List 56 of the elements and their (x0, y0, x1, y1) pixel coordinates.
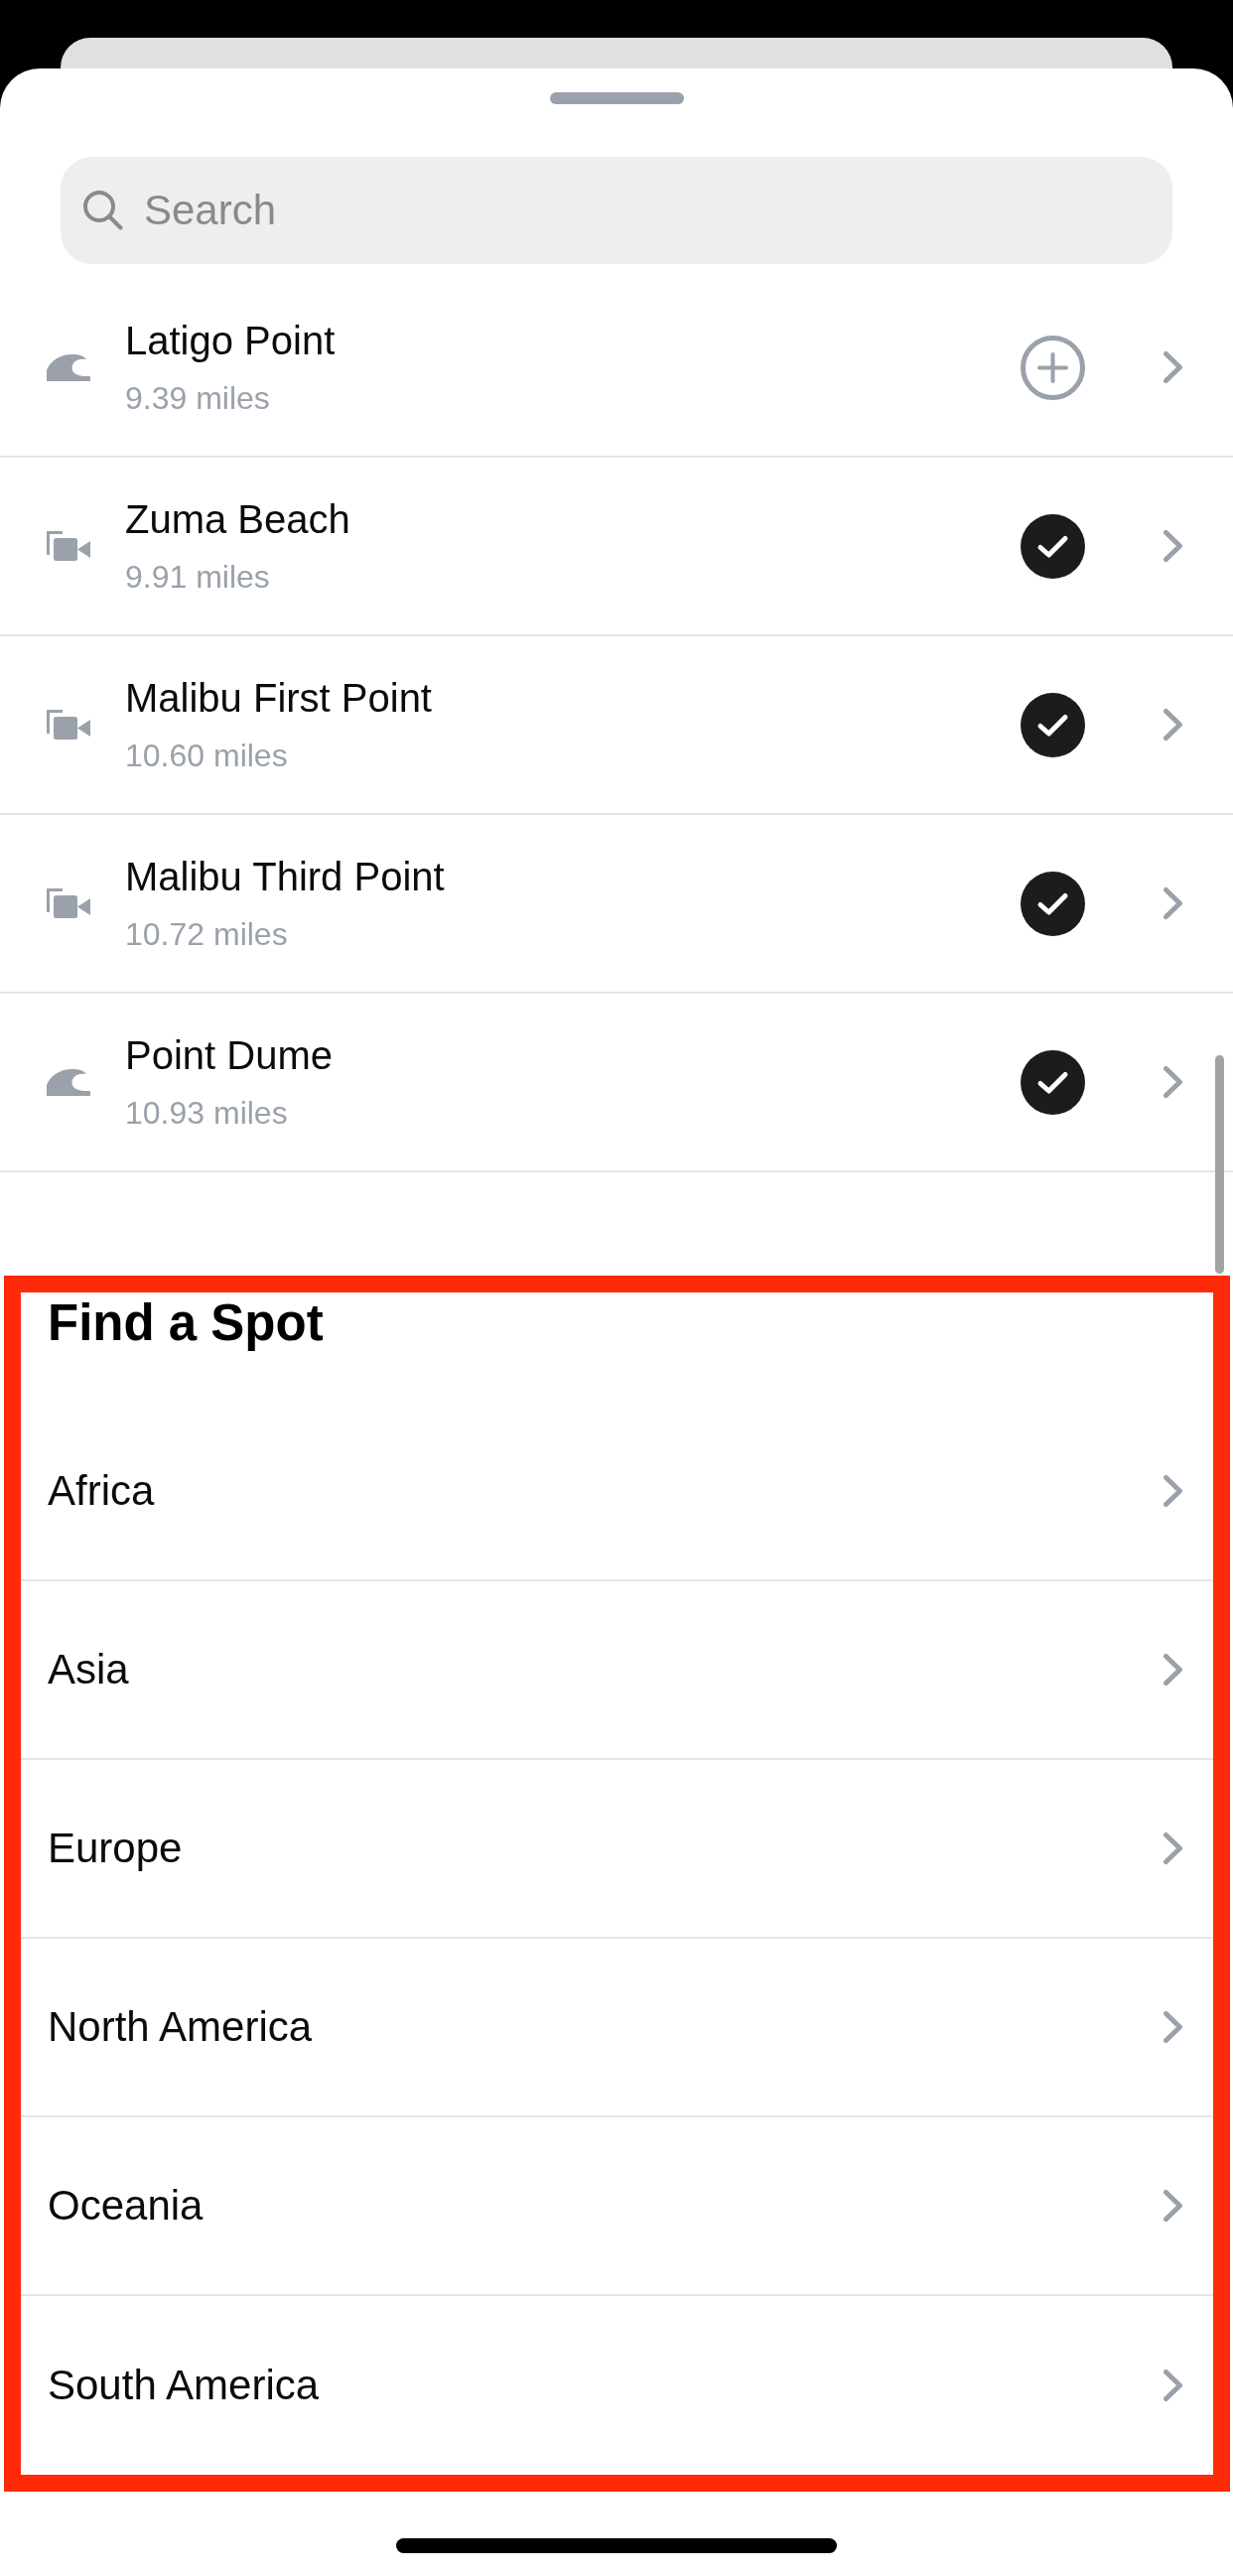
region-list-item[interactable]: South America (21, 2296, 1213, 2475)
check-circle-icon (1021, 1049, 1085, 1115)
chevron-right-icon (1163, 529, 1183, 563)
spot-list-item[interactable]: Latigo Point 9.39 miles (0, 279, 1233, 458)
region-name: Oceania (48, 2181, 204, 2231)
plus-circle-icon (1021, 335, 1085, 400)
spot-distance: 9.91 miles (125, 558, 270, 597)
spot-name: Malibu First Point (125, 675, 432, 722)
section-title: Find a Spot (48, 1293, 324, 1353)
spot-list-item[interactable]: Malibu Third Point 10.72 miles (0, 815, 1233, 994)
chevron-right-icon (1163, 350, 1183, 384)
video-camera-icon (47, 531, 90, 561)
wave-icon (47, 1068, 90, 1096)
check-circle-icon (1021, 871, 1085, 936)
search-field[interactable]: Search (61, 157, 1172, 264)
video-camera-icon (47, 710, 90, 740)
chevron-right-icon (1163, 1653, 1183, 1687)
wave-icon (47, 353, 90, 381)
spot-list-item[interactable]: Zuma Beach 9.91 miles (0, 458, 1233, 636)
spot-name: Latigo Point (125, 318, 336, 364)
added-button[interactable] (1021, 513, 1085, 579)
spot-distance: 10.93 miles (125, 1094, 288, 1133)
drag-handle[interactable] (549, 92, 684, 104)
spot-distance: 9.39 miles (125, 379, 270, 418)
added-button[interactable] (1021, 692, 1085, 757)
region-name: Africa (48, 1466, 155, 1516)
region-name: North America (48, 2002, 313, 2052)
region-list-item[interactable]: North America (21, 1939, 1213, 2117)
check-circle-icon (1021, 692, 1085, 757)
chevron-right-icon (1163, 886, 1183, 920)
region-list-item[interactable]: Asia (21, 1581, 1213, 1760)
search-icon (82, 190, 123, 230)
spot-distance: 10.60 miles (125, 737, 288, 775)
spot-distance: 10.72 miles (125, 915, 288, 954)
check-circle-icon (1021, 513, 1085, 579)
chevron-right-icon (1163, 2189, 1183, 2223)
added-button[interactable] (1021, 871, 1085, 936)
chevron-right-icon (1163, 708, 1183, 742)
spot-list-item[interactable]: Malibu First Point 10.60 miles (0, 636, 1233, 815)
chevron-right-icon (1163, 1065, 1183, 1099)
video-camera-icon (47, 888, 90, 918)
spot-name: Point Dume (125, 1032, 333, 1079)
chevron-right-icon (1163, 1831, 1183, 1865)
region-list-item[interactable]: Oceania (21, 2117, 1213, 2296)
region-name: Europe (48, 1824, 183, 1873)
region-list-item[interactable]: Africa (21, 1403, 1213, 1581)
added-button[interactable] (1021, 1049, 1085, 1115)
chevron-right-icon (1163, 1474, 1183, 1508)
chevron-right-icon (1163, 2010, 1183, 2044)
spot-name: Zuma Beach (125, 496, 350, 543)
region-name: South America (48, 2361, 320, 2410)
spot-name: Malibu Third Point (125, 854, 445, 900)
region-list-item[interactable]: Europe (21, 1760, 1213, 1939)
add-button[interactable] (1021, 335, 1085, 400)
chevron-right-icon (1163, 2369, 1183, 2402)
region-name: Asia (48, 1645, 129, 1695)
